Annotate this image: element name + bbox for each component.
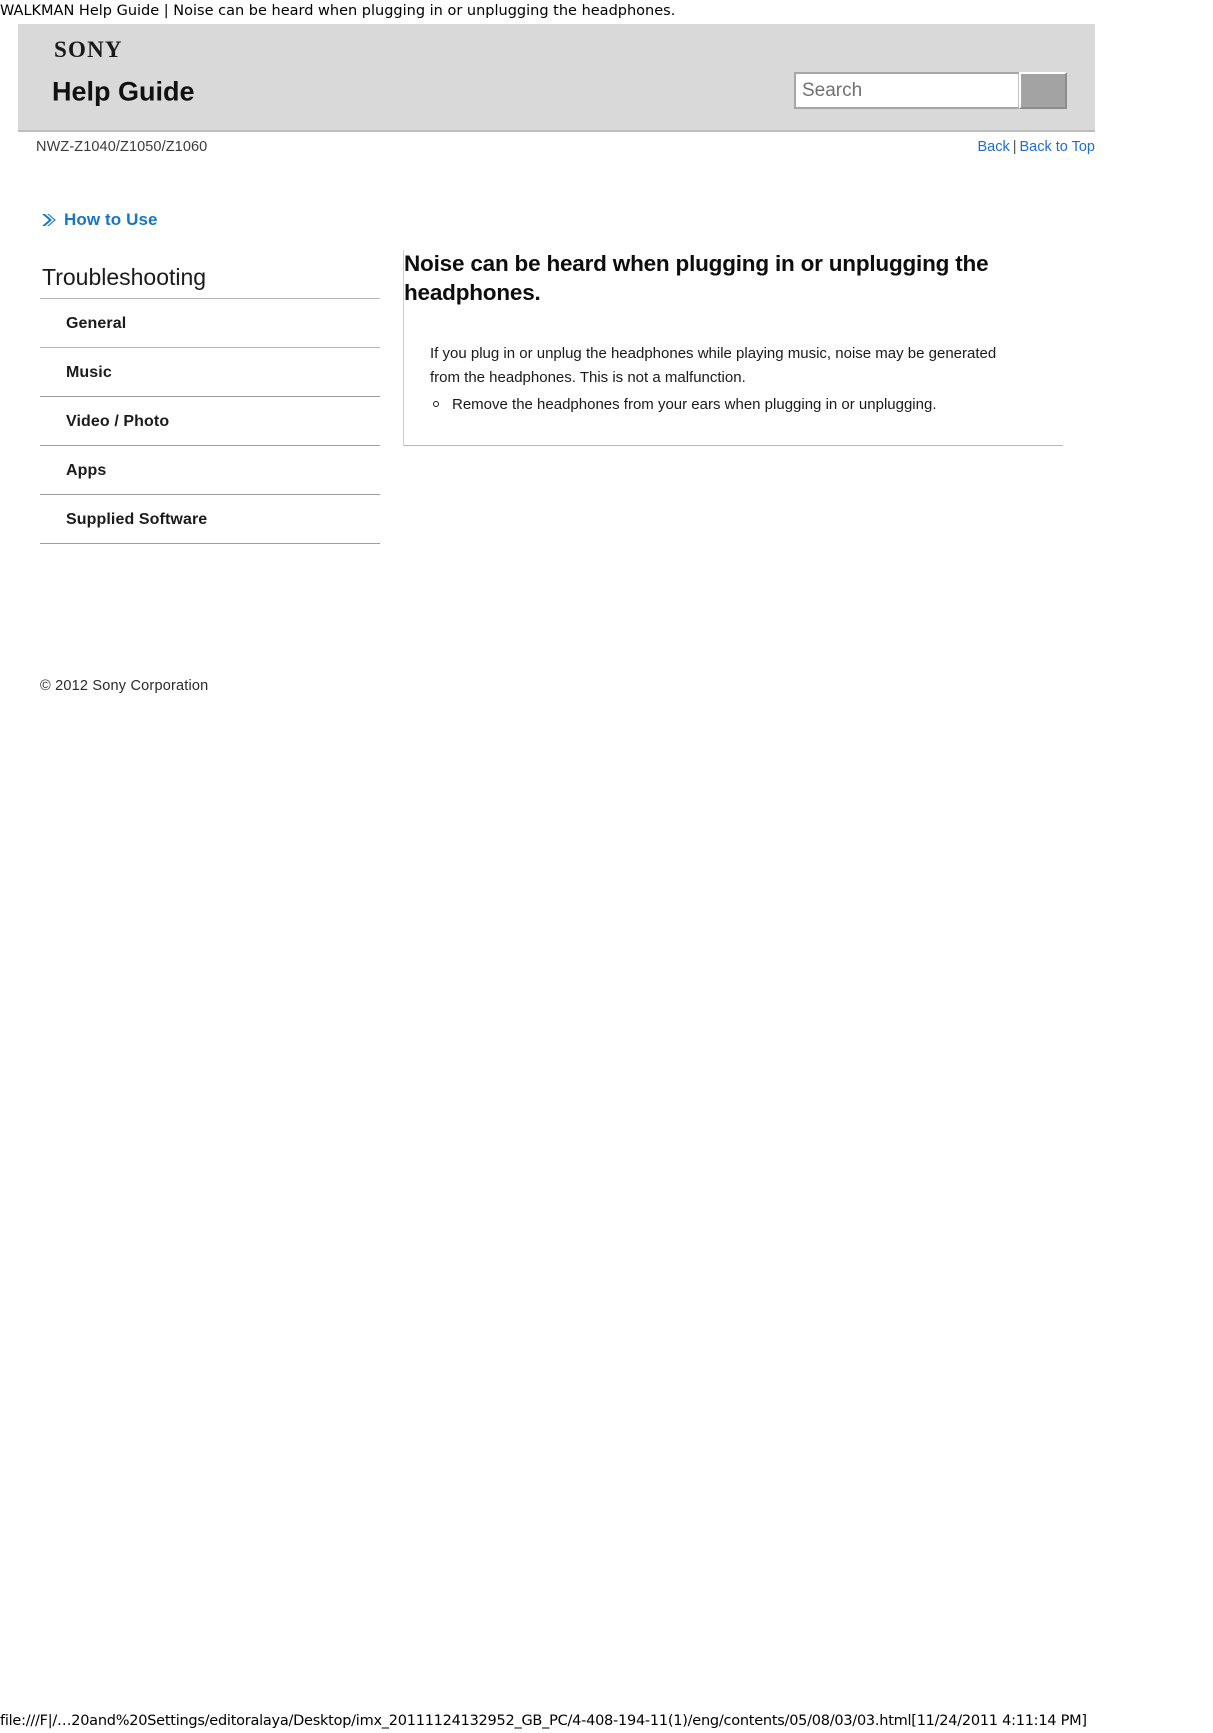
article-heading: Noise can be heard when plugging in or u…: [404, 251, 989, 305]
main-content: Noise can be heard when plugging in or u…: [403, 250, 1063, 447]
bullet-circle-icon: [433, 401, 439, 408]
article-paragraph: If you plug in or unplug the headphones …: [430, 344, 997, 386]
model-and-nav-row: NWZ-Z1040/Z1050/Z1060 Back | Back to Top: [18, 139, 1095, 165]
search-input[interactable]: [794, 72, 1019, 109]
sidebar-item-music[interactable]: Music: [40, 348, 380, 397]
sidebar: How to Use Troubleshooting General Music…: [40, 210, 380, 544]
sidebar-item-video-photo[interactable]: Video / Photo: [40, 397, 380, 446]
site-masthead: SONY Help Guide: [18, 24, 1095, 132]
article-bullet-list: Remove the headphones from your ears whe…: [430, 393, 1063, 417]
list-item-label: Remove the headphones from your ears whe…: [452, 396, 937, 414]
search-widget: [794, 72, 1067, 109]
sony-logo: SONY: [54, 37, 123, 62]
list-item: Remove the headphones from your ears whe…: [430, 393, 1063, 417]
article-body: If you plug in or unplug the headphones …: [404, 342, 1063, 447]
status-bar-path: file:///F|/…20and%20Settings/editoralaya…: [0, 1713, 1087, 1729]
print-header-title: WALKMAN Help Guide | Noise can be heard …: [0, 3, 676, 19]
header-nav-links: Back | Back to Top: [977, 139, 1095, 155]
sidebar-item-apps[interactable]: Apps: [40, 446, 380, 495]
sidebar-item-supplied-software[interactable]: Supplied Software: [40, 495, 380, 544]
copyright-notice: © 2012 Sony Corporation: [40, 678, 209, 694]
page-title: Help Guide: [52, 76, 195, 107]
sidebar-item-how-to-use[interactable]: How to Use: [40, 210, 380, 230]
search-submit-button[interactable]: [1019, 72, 1067, 109]
chevron-right-icon: [42, 213, 57, 227]
sidebar-item-general[interactable]: General: [40, 299, 380, 348]
nav-separator: |: [1012, 139, 1017, 155]
model-number: NWZ-Z1040/Z1050/Z1060: [36, 139, 208, 155]
sidebar-section-title: Troubleshooting: [40, 264, 380, 299]
sidebar-how-to-use-label: How to Use: [64, 210, 158, 229]
back-to-top-link[interactable]: Back to Top: [1019, 139, 1095, 155]
back-link[interactable]: Back: [977, 139, 1009, 155]
